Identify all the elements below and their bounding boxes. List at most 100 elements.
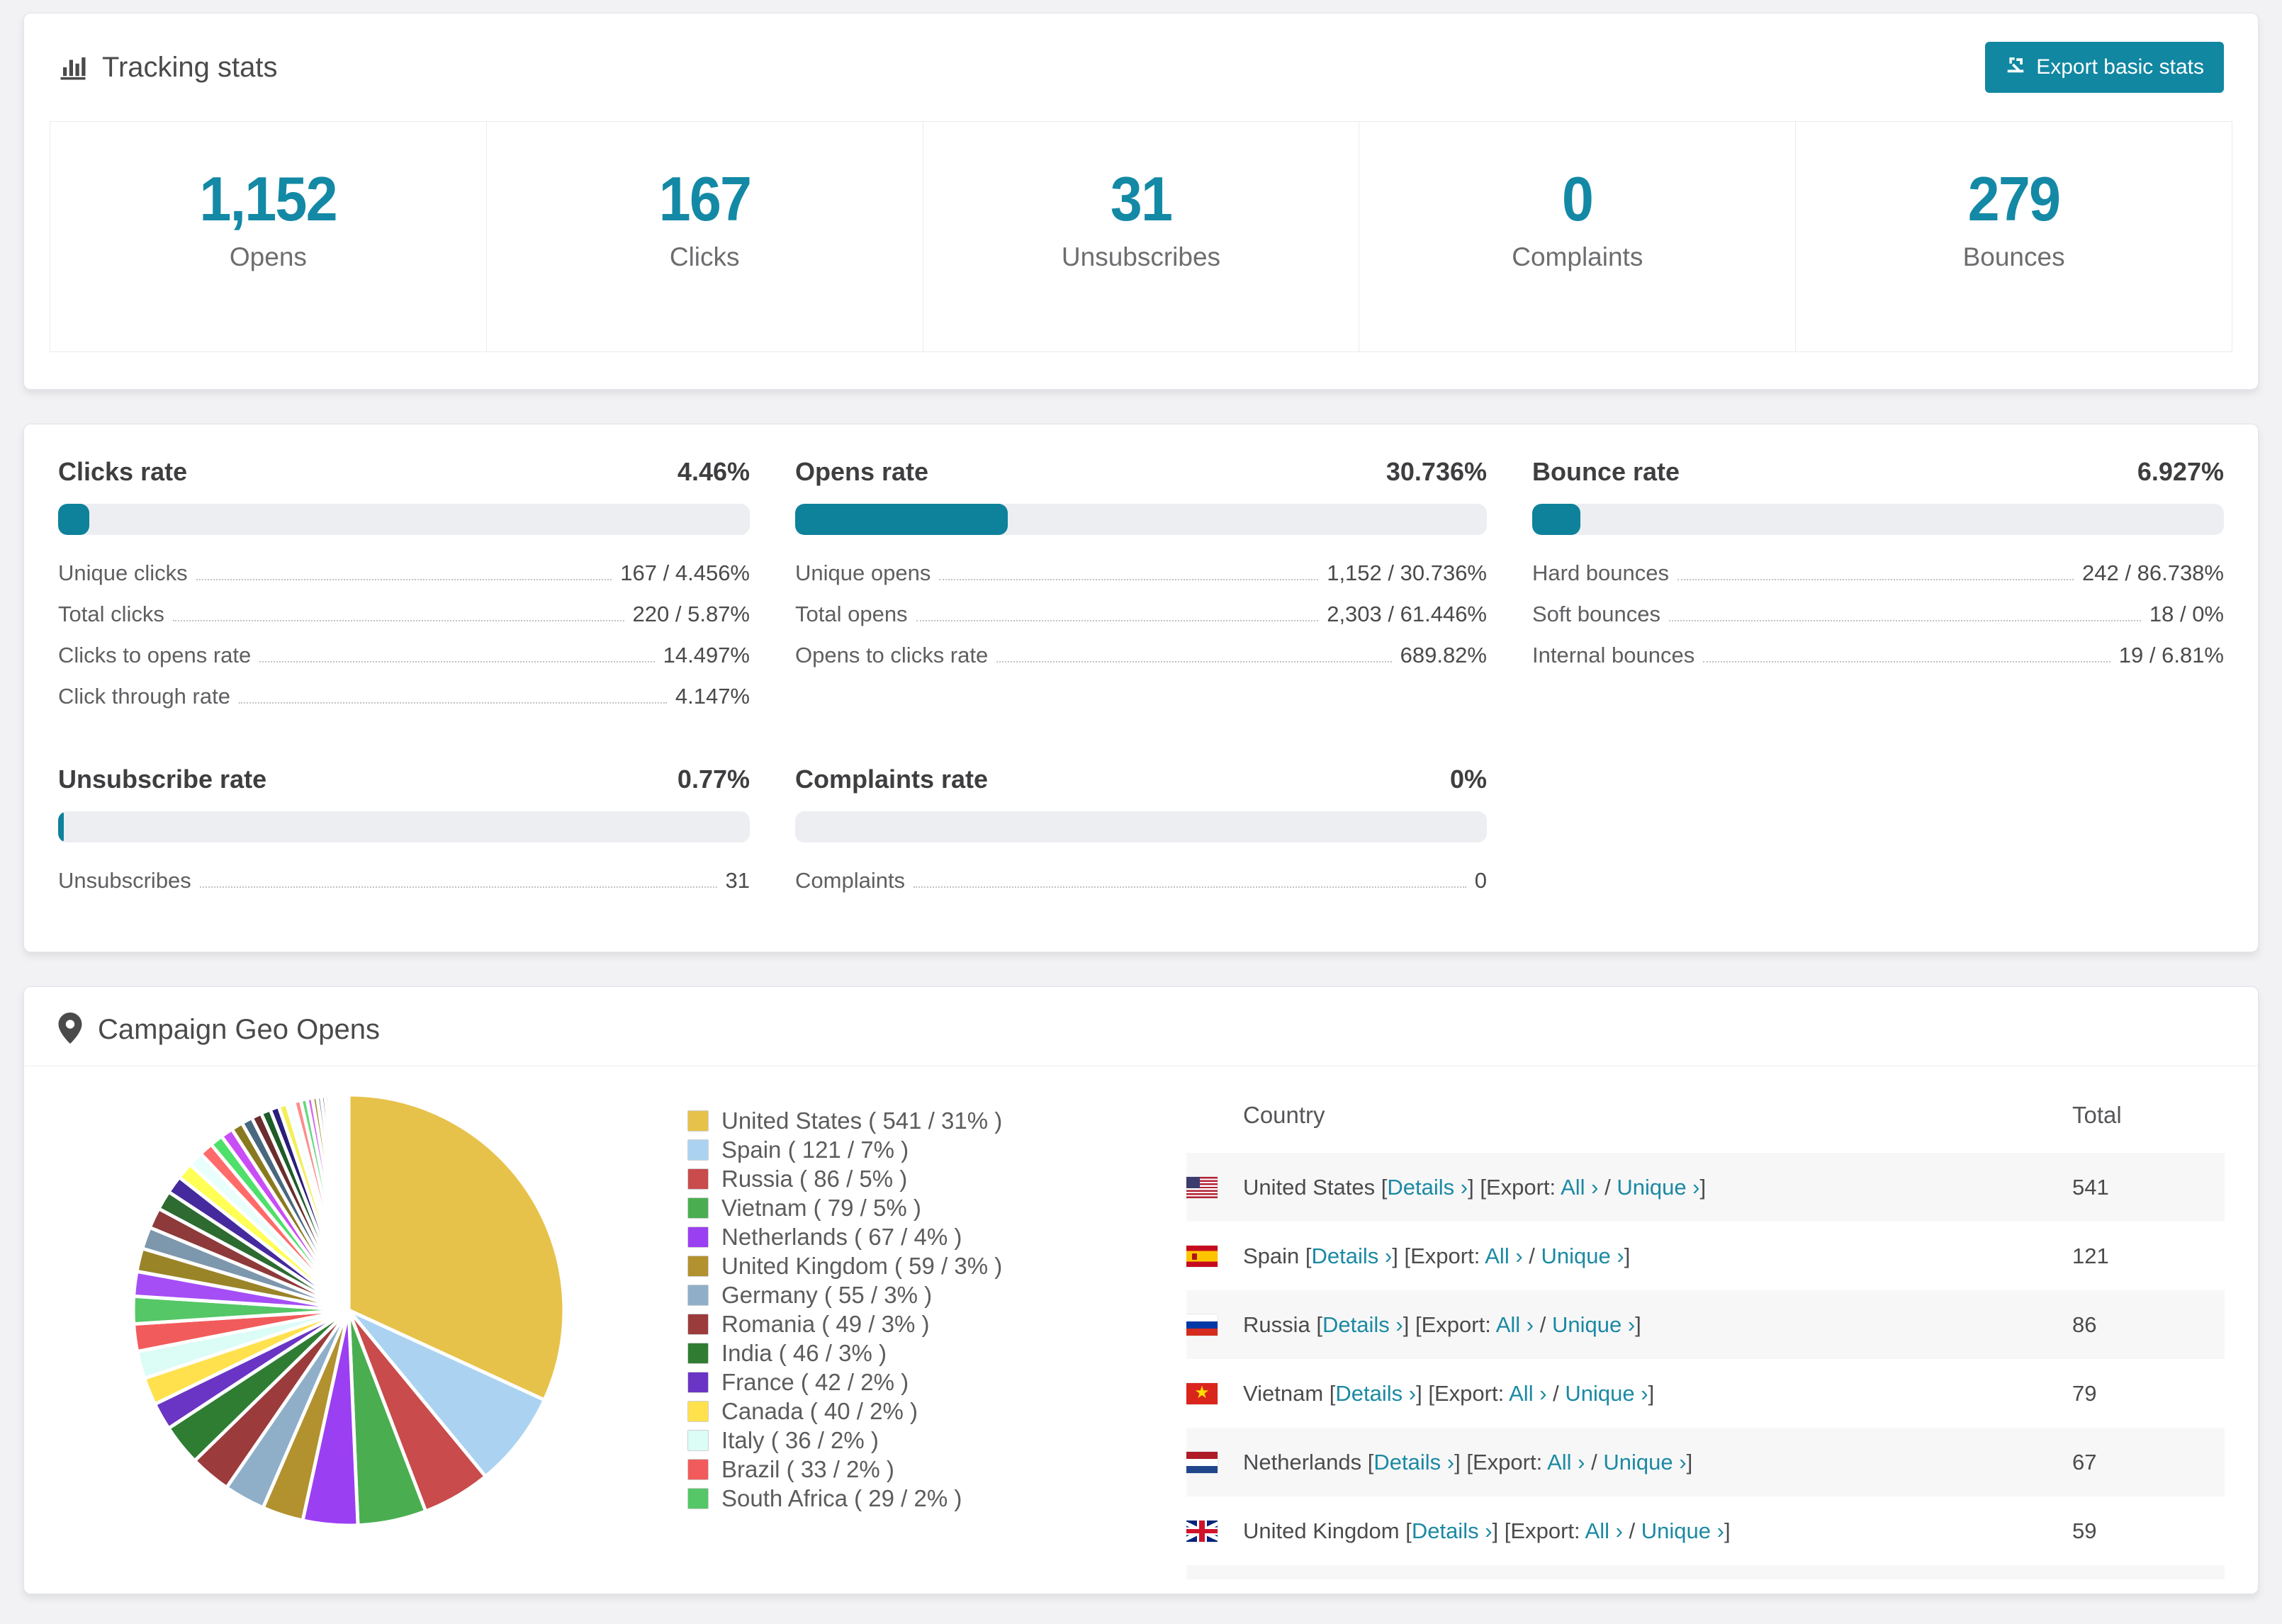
export-all-link[interactable]: All › [1496,1312,1534,1337]
rate-progress-fill [1532,504,1580,535]
export-all-link[interactable]: All › [1509,1381,1546,1406]
rate-row-label: Opens to clicks rate [795,643,989,667]
legend-label: Spain ( 121 / 7% ) [721,1136,909,1163]
stat-value: 279 [1967,164,2061,234]
export-label: Export: [1421,1312,1491,1337]
dotted-leader [1703,661,2110,662]
details-link[interactable]: Details › [1312,1244,1393,1268]
export-basic-stats-button[interactable]: Export basic stats [1985,42,2224,93]
rate-row: Total opens 2,303 / 61.446% [795,602,1487,643]
geo-table-row: United Kingdom [Details ›] [Export: All … [1186,1496,2225,1565]
dotted-leader [259,661,655,662]
export-all-link[interactable]: All › [1485,1244,1522,1268]
rate-rows: Unique clicks 167 / 4.456% Total clicks … [58,560,750,725]
rate-block: Unsubscribe rate 0.77% Unsubscribes 31 [58,765,750,909]
legend-color-swatch [687,1458,709,1480]
legend-item: Netherlands ( 67 / 4% ) [687,1222,1002,1251]
legend-label: Germany ( 55 / 3% ) [721,1281,933,1308]
geo-table-row: Germany [Details ›] [Export: All › / Uni… [1186,1565,2225,1579]
rate-row: Unique opens 1,152 / 30.736% [795,560,1487,602]
rate-row-label: Unsubscribes [58,868,191,893]
export-all-link[interactable]: All › [1561,1175,1598,1200]
rate-row-value: 242 / 86.738% [2082,560,2224,585]
export-unique-link[interactable]: Unique › [1565,1381,1648,1406]
rate-row: Complaints 0 [795,868,1487,909]
legend-color-swatch [687,1255,709,1277]
geo-table-header-country: Country [1243,1102,1325,1128]
legend-label: United States ( 541 / 31% ) [721,1107,1003,1134]
geo-pie-legend: United States ( 541 / 31% ) Spain ( 121 … [687,1082,1002,1513]
export-unique-link[interactable]: Unique › [1541,1244,1624,1268]
rate-row: Click through rate 4.147% [58,684,750,725]
stat-value: 1,152 [199,164,338,234]
legend-color-swatch [687,1342,709,1364]
legend-item: Italy ( 36 / 2% ) [687,1426,1002,1455]
rate-rows: Hard bounces 242 / 86.738% Soft bounces … [1532,560,2224,684]
country-total: 67 [2072,1449,2097,1474]
details-link[interactable]: Details › [1322,1312,1403,1337]
page-title-text: Tracking stats [102,51,278,83]
geo-opens-title: Campaign Geo Opens [98,1014,381,1045]
country-links: United Kingdom [Details ›] [Export: All … [1243,1518,1731,1543]
stat-label: Bounces [1962,242,2065,271]
export-label: Export: [1485,1174,1556,1200]
export-button-label: Export basic stats [2036,55,2204,79]
legend-item: Vietnam ( 79 / 5% ) [687,1193,1002,1222]
rate-progress-fill [58,504,89,535]
details-link[interactable]: Details › [1373,1450,1454,1474]
rate-value: 30.736% [1386,457,1487,486]
legend-label: Vietnam ( 79 / 5% ) [721,1194,921,1221]
geo-table-row: Vietnam [Details ›] [Export: All › / Uni… [1186,1359,2225,1428]
rate-rows: Unsubscribes 31 [58,868,750,909]
details-link[interactable]: Details › [1335,1381,1416,1406]
legend-label: Netherlands ( 67 / 4% ) [721,1223,962,1250]
rate-row-value: 4.147% [675,684,750,709]
rate-row-label: Total opens [795,602,908,626]
export-unique-link[interactable]: Unique › [1552,1312,1635,1337]
legend-label: Russia ( 86 / 5% ) [721,1165,908,1192]
rate-progress-fill [58,811,64,842]
rate-row-label: Total clicks [58,602,164,626]
rate-block-header: Bounce rate 6.927% [1532,457,2224,487]
country-total: 55 [2072,1565,2225,1579]
export-label: Export: [1472,1449,1543,1474]
legend-color-swatch [687,1284,709,1306]
rate-row-value: 14.497% [663,643,750,667]
legend-color-swatch [687,1400,709,1422]
rate-row: Hard bounces 242 / 86.738% [1532,560,2224,602]
rate-row-value: 689.82% [1400,643,1487,667]
rate-progress-track [795,504,1487,535]
rate-progress-track [1532,504,2224,535]
export-unique-link[interactable]: Unique › [1617,1175,1699,1200]
rate-row: Opens to clicks rate 689.82% [795,643,1487,684]
rate-title: Complaints rate [795,765,989,794]
details-link[interactable]: Details › [1412,1518,1493,1543]
country-cell: Spain [Details ›] [Export: All › / Uniqu… [1186,1244,2072,1269]
legend-label: Brazil ( 33 / 2% ) [721,1455,894,1482]
summary-stat-box: 167 Clicks [485,122,923,351]
country-name: United Kingdom [1243,1518,1400,1543]
stat-label: Opens [229,242,307,271]
export-all-link[interactable]: All › [1585,1518,1623,1543]
geo-table-row: Spain [Details ›] [Export: All › / Uniqu… [1186,1222,2225,1290]
export-label: Export: [1434,1380,1505,1406]
legend-color-swatch [687,1110,709,1132]
legend-item: Germany ( 55 / 3% ) [687,1280,1002,1309]
country-links: Netherlands [Details ›] [Export: All › /… [1243,1449,1693,1474]
country-name: Netherlands [1243,1449,1362,1474]
rate-block: Opens rate 30.736% Unique opens 1,152 / … [795,457,1487,725]
details-link[interactable]: Details › [1387,1175,1468,1200]
rate-row: Total clicks 220 / 5.87% [58,602,750,643]
map-pin-icon [58,1013,82,1047]
export-unique-link[interactable]: Unique › [1603,1450,1686,1474]
rate-block: Complaints rate 0% Complaints 0 [795,765,1487,909]
dotted-leader [916,620,1319,621]
summary-stats-row: 1,152 Opens 167 Clicks 31 Unsubscribes 0… [50,121,2232,352]
country-links: Spain [Details ›] [Export: All › / Uniqu… [1243,1243,1631,1268]
rate-progress-track [795,811,1487,842]
legend-item: Russia ( 86 / 5% ) [687,1164,1002,1193]
rate-block: Clicks rate 4.46% Unique clicks 167 / 4.… [58,457,750,725]
export-unique-link[interactable]: Unique › [1641,1518,1724,1543]
dotted-leader [1677,579,2074,580]
export-all-link[interactable]: All › [1547,1450,1585,1474]
